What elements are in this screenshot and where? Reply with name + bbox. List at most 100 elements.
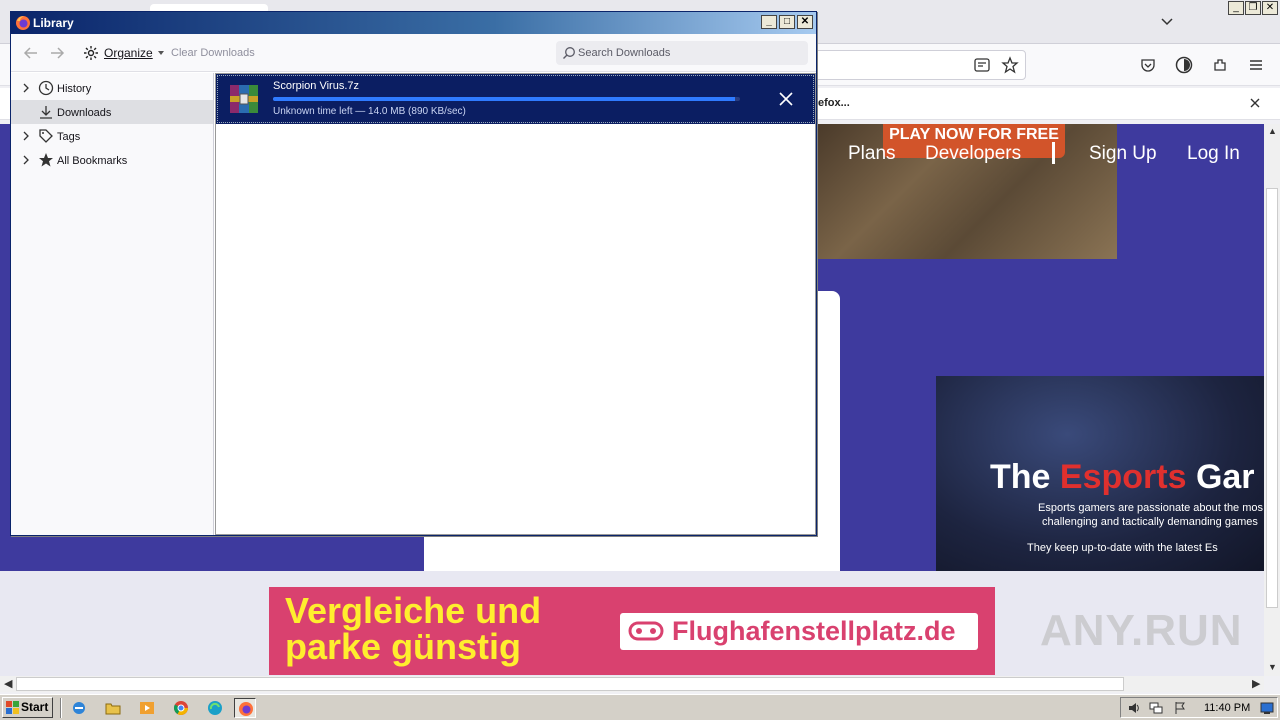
car-icon [628,621,664,641]
star-icon [39,153,53,167]
sidebar-item-all-bookmarks[interactable]: All Bookmarks [11,148,213,172]
minimize-button[interactable]: _ [1228,1,1244,15]
clear-downloads-button[interactable]: Clear Downloads [171,47,255,59]
flag-icon[interactable] [1173,701,1187,715]
library-title: Library [33,16,74,30]
horizontal-scroll-thumb[interactable] [16,677,1124,691]
scroll-down-icon[interactable]: ▼ [1268,662,1277,672]
taskbar-divider [60,698,62,718]
reader-view-icon[interactable] [973,56,991,74]
network-icon[interactable] [1149,701,1163,715]
download-progress-fill [273,97,736,101]
sidebar-item-label: Downloads [57,107,112,119]
library-titlebar[interactable]: Library _ □ ✕ [11,12,816,34]
headline-part: Gar [1186,458,1255,496]
maximize-button[interactable]: □ [779,15,795,29]
scroll-left-icon[interactable]: ◀ [4,677,12,690]
nav-link-signup[interactable]: Sign Up [1089,143,1157,165]
folder-icon[interactable] [102,698,124,718]
search-downloads-box[interactable] [556,41,808,65]
download-item[interactable]: Scorpion Virus.7z Unknown time left — 14… [216,74,815,124]
windows-logo-icon [6,701,19,714]
organize-button[interactable]: Organize [83,45,164,61]
esports-headline: The Esports Gar [990,458,1255,497]
close-icon[interactable] [1249,97,1261,109]
nav-link-login[interactable]: Log In [1187,143,1240,165]
forward-arrow-icon[interactable] [49,45,65,61]
sidebar-item-label: History [57,83,92,95]
account-icon[interactable] [1175,56,1193,74]
expand-arrow-icon[interactable] [22,131,30,141]
sidebar-item-label: Tags [57,131,81,143]
library-window-controls: _ □ ✕ [761,15,813,29]
download-filename: Scorpion Virus.7z [273,80,360,92]
search-downloads-input[interactable] [578,43,802,63]
tag-icon [39,129,53,143]
library-toolbar: Organize Clear Downloads [11,34,816,72]
sidebar-item-tags[interactable]: Tags [11,124,213,148]
firefox-icon[interactable] [234,698,256,718]
restore-button[interactable]: ❐ [1245,1,1261,15]
headline-part: The [990,458,1060,496]
cancel-download-icon[interactable] [777,90,795,108]
firefox-icon [16,16,30,30]
anyrun-watermark: ANY.RUN [1040,606,1243,655]
esports-text-line: They keep up-to-date with the latest Es [1027,542,1218,554]
download-status: Unknown time left — 14.0 MB (890 KB/sec) [273,106,466,117]
notification-text: efox... [818,97,850,109]
downloads-list: Scorpion Virus.7z Unknown time left — 14… [215,73,816,535]
ad-slogan-line: parke günstig [285,626,522,667]
show-desktop-icon[interactable] [1260,701,1274,715]
download-progress-bar [273,97,740,101]
sidebar-item-history[interactable]: History [11,76,213,100]
bookmark-star-icon[interactable] [1001,56,1019,74]
scroll-right-icon[interactable]: ▶ [1252,677,1260,690]
sidebar-item-downloads[interactable]: Downloads [11,100,213,124]
esports-text-line: Esports gamers are passionate about the … [1038,502,1264,514]
ad-brand-text: Flughafenstellplatz.de [672,616,956,646]
scroll-up-icon[interactable]: ▲ [1268,126,1277,136]
nav-link-plans[interactable]: Plans [848,143,896,165]
edge-icon[interactable] [204,698,226,718]
ad-slogan-line: Vergleiche und [285,590,542,631]
download-icon [40,106,52,119]
sidebar-item-label: All Bookmarks [57,155,128,167]
clock-icon [38,80,54,96]
chevron-down-icon[interactable] [1160,14,1174,28]
taskbar: Start 11:40 PM [0,694,1280,720]
start-button[interactable]: Start [2,697,53,718]
close-button[interactable]: ✕ [1262,1,1278,15]
nav-link-developers[interactable]: Developers [925,143,1021,165]
nav-divider [1052,142,1055,164]
esports-text-line: challenging and tactically demanding gam… [1042,516,1258,528]
advertisement-banner[interactable]: Vergleiche und parke günstig Flughafenste… [269,587,995,675]
internet-explorer-icon[interactable] [68,698,90,718]
pocket-icon[interactable] [1139,56,1157,74]
expand-arrow-icon[interactable] [22,155,30,165]
media-player-icon[interactable] [136,698,158,718]
system-tray: 11:40 PM [1120,697,1278,718]
expand-arrow-icon[interactable] [22,83,30,93]
chrome-icon[interactable] [170,698,192,718]
headline-highlight: Esports [1059,458,1187,496]
vertical-scroll-thumb[interactable] [1266,188,1278,608]
start-label: Start [21,700,49,714]
gear-icon [84,46,98,60]
menu-icon[interactable] [1247,56,1265,74]
library-sidebar: History Downloads Tags All Bookmarks [11,73,214,535]
close-button[interactable]: ✕ [797,15,813,29]
dropdown-arrow-icon [157,51,164,55]
ad-slogan: Vergleiche und parke günstig [285,593,541,665]
esports-promo-image[interactable]: The Esports Gar Esports gamers are passi… [936,376,1264,571]
clock: 11:40 PM [1204,702,1251,714]
browser-window-controls: _ ❐ ✕ [1228,1,1278,15]
extensions-icon[interactable] [1211,56,1229,74]
library-window: Library _ □ ✕ Organize Clear Downloads H… [10,11,817,536]
search-icon [563,47,575,59]
back-arrow-icon[interactable] [23,45,39,61]
ad-brand-box: Flughafenstellplatz.de [620,613,978,650]
winrar-archive-icon [230,85,258,113]
volume-icon[interactable] [1127,701,1141,715]
organize-label: Organize [104,46,153,60]
minimize-button[interactable]: _ [761,15,777,29]
